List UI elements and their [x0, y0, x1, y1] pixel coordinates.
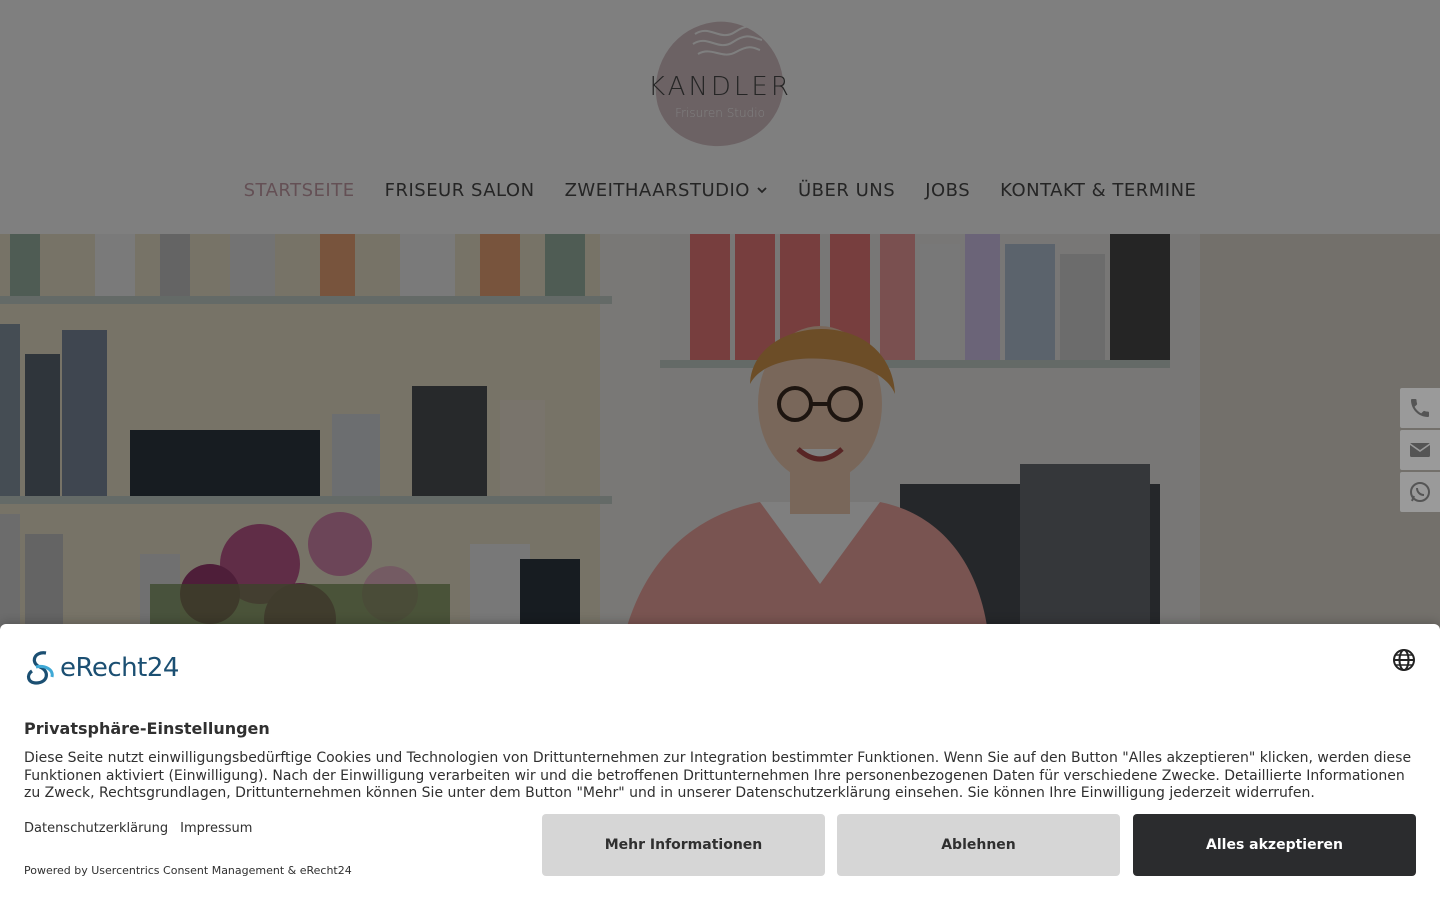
phone-icon: [1411, 399, 1429, 417]
powered-by-text: Powered by Usercentrics Consent Manageme…: [24, 864, 352, 877]
accept-all-button[interactable]: Alles akzeptieren: [1133, 814, 1416, 876]
consent-banner: eRecht24 Privatsphäre-Einstellungen Dies…: [0, 624, 1440, 900]
side-contact-bar: [1400, 388, 1440, 514]
mail-icon: [1409, 443, 1431, 457]
mail-button[interactable]: [1400, 430, 1440, 470]
deny-button[interactable]: Ablehnen: [837, 814, 1120, 876]
whatsapp-button[interactable]: [1400, 472, 1440, 512]
brand-name: eRecht24: [60, 653, 179, 683]
erecht24-logo: eRecht24: [24, 648, 179, 688]
consent-links: Datenschutzerklärung Impressum: [24, 821, 252, 836]
consent-title: Privatsphäre-Einstellungen: [24, 719, 270, 738]
privacy-policy-link[interactable]: Datenschutzerklärung: [24, 821, 168, 836]
consent-text: Diese Seite nutzt einwilligungsbedürftig…: [24, 750, 1412, 801]
language-globe-icon[interactable]: [1392, 648, 1416, 672]
erecht24-mark-icon: [26, 651, 54, 685]
more-info-button[interactable]: Mehr Informationen: [542, 814, 825, 876]
imprint-link[interactable]: Impressum: [180, 821, 252, 836]
whatsapp-icon: [1410, 482, 1430, 502]
phone-button[interactable]: [1400, 388, 1440, 428]
